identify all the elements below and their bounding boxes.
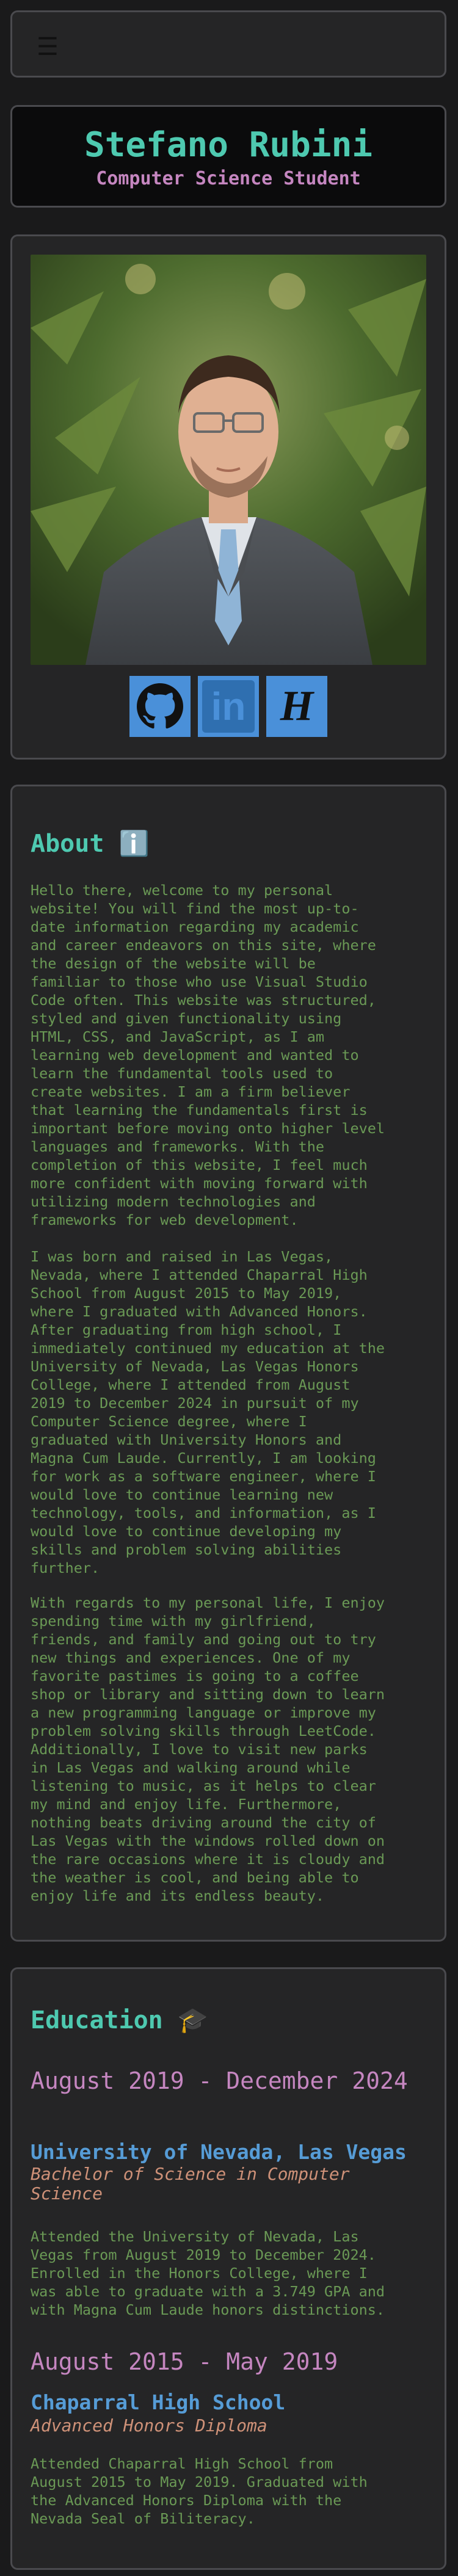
education-degree-2: Advanced Honors Diploma [31,2415,267,2436]
education-school-1: University of Nevada, Las Vegas [31,2140,407,2164]
handshake-link[interactable]: H [266,676,327,737]
education-degree-1: Bachelor of Science in Computer Science [31,2164,350,2204]
page-subtitle: Computer Science Student [96,168,361,189]
education-title: Education 🎓 [31,2006,208,2034]
name-header: Stefano Rubini Computer Science Student [10,105,446,208]
about-section: About ℹ️ Hello there, welcome to my pers… [10,785,446,1942]
linkedin-icon: in [202,680,255,733]
linkedin-link[interactable]: in [198,676,259,737]
handshake-glyph: H [280,683,314,730]
hamburger-icon[interactable]: ☰ [37,35,59,59]
education-school-2: Chaparral High School [31,2390,286,2414]
education-date-2: August 2015 - May 2019 [31,2348,338,2375]
github-link[interactable] [129,676,191,737]
education-description-1: Attended the University of Nevada, Las V… [31,2228,385,2318]
github-icon [134,680,186,733]
education-date-1: August 2019 - December 2024 [31,2067,408,2094]
education-description-2: Attended Chaparral High School from Augu… [31,2455,368,2527]
about-paragraph-3: With regards to my personal life, I enjo… [31,1594,385,1904]
navbar: ☰ [10,10,446,78]
about-title: About ℹ️ [31,830,150,858]
about-paragraph-1: Hello there, welcome to my personal webs… [31,882,385,1228]
about-paragraph-2: I was born and raised in Las Vegas, Neva… [31,1248,385,1576]
linkedin-glyph: in [211,684,246,728]
social-links: in H [12,676,445,737]
profile-photo [31,255,426,665]
handshake-icon: H [271,680,323,733]
profile-card: in H [10,234,446,760]
education-section: Education 🎓 August 2019 - December 2024 … [10,1967,446,2570]
page-title: Stefano Rubini [84,125,373,165]
